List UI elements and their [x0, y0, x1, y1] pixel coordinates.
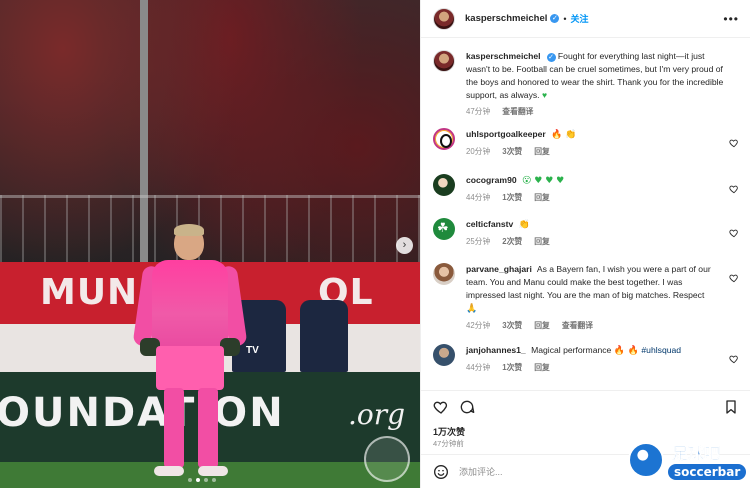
comment-time: 42分钟 [466, 321, 491, 330]
carousel-dot [212, 478, 216, 482]
watermark-cn-text: 足球吧 [672, 444, 721, 464]
comment-icon[interactable] [459, 399, 475, 415]
comment-text: Magical performance [531, 345, 612, 355]
follow-button[interactable]: 关注 [571, 12, 589, 25]
comment-emojis: 🔥 👏 [551, 130, 577, 140]
chevron-right-icon[interactable]: › [396, 237, 413, 254]
bookmark-icon[interactable] [723, 399, 739, 415]
comment-likes[interactable]: 1次赞 [502, 191, 522, 204]
owner-avatar[interactable] [433, 7, 455, 30]
hashtag-link[interactable]: #uhlsquad [641, 345, 681, 355]
comment-likes[interactable]: 3次赞 [502, 145, 522, 158]
comment-likes[interactable]: 1次赞 [502, 361, 522, 374]
comment-emojis: 😮 ♥ ♥ ♥ [522, 176, 565, 186]
smiley-icon[interactable] [433, 464, 449, 480]
heart-icon[interactable] [729, 138, 739, 148]
reply-button[interactable]: 回复 [534, 235, 550, 248]
reply-button[interactable]: 回复 [534, 319, 550, 332]
green-heart-icon: ♥ [541, 90, 548, 100]
comment-emojis: 👏 [518, 220, 530, 230]
comment-time: 20分钟 [466, 147, 491, 156]
comment-emojis: 🔥 🔥 [613, 346, 640, 356]
commenter-username[interactable]: parvane_ghajari [466, 264, 532, 274]
heart-icon[interactable] [729, 184, 739, 194]
club-crest-watermark [364, 436, 410, 482]
steward-figure-2 [300, 300, 348, 372]
verified-icon: ✓ [546, 53, 556, 62]
commenter-username[interactable]: cocogram90 [466, 175, 517, 185]
owner-username[interactable]: kasperschmeichel [465, 13, 547, 24]
post-side-panel: kasperschmeichel ✓ • 关注 ••• kasperschmei… [420, 0, 750, 488]
comment-emojis: 🙏 [466, 304, 478, 314]
header-separator: • [563, 13, 567, 24]
caption-username[interactable]: kasperschmeichel [466, 51, 541, 61]
banner-word-left: MUN [40, 272, 139, 313]
comment-input[interactable] [459, 466, 639, 477]
heart-icon[interactable] [433, 399, 449, 415]
goalkeeper-figure [130, 224, 250, 482]
heart-icon[interactable] [729, 273, 739, 283]
carousel-dot [204, 478, 208, 482]
carousel-dot-active [196, 478, 200, 482]
commenter-avatar[interactable] [433, 344, 455, 366]
likes-count[interactable]: 1万次赞 [433, 425, 465, 438]
more-icon[interactable]: ••• [723, 12, 739, 26]
heart-icon[interactable] [729, 354, 739, 364]
carousel-dot [188, 478, 192, 482]
posted-time: 47分钟前 [433, 439, 464, 448]
commenter-username[interactable]: janjohannes1_ [466, 345, 526, 355]
comment-time: 25分钟 [466, 237, 491, 246]
comment-time: 44分钟 [466, 193, 491, 202]
soccerbar-watermark: 足球吧 soccerbar [628, 440, 747, 486]
caption-time: 47分钟 [466, 107, 491, 116]
commenter-avatar[interactable] [433, 263, 455, 285]
caption-avatar[interactable] [433, 50, 455, 72]
commenter-avatar[interactable] [433, 218, 455, 240]
comment-time: 44分钟 [466, 363, 491, 372]
foundation-board-domain: .org [348, 398, 406, 431]
post-media[interactable]: MUN OL TV OUNDATION .org › [0, 0, 420, 488]
carousel-dots [188, 478, 216, 482]
reply-button[interactable]: 回复 [534, 191, 550, 204]
post-header: kasperschmeichel ✓ • 关注 ••• [421, 0, 750, 38]
commenter-username[interactable]: celticfanstv [466, 219, 513, 229]
commenter-avatar[interactable] [433, 174, 455, 196]
reply-button[interactable]: 回复 [534, 145, 550, 158]
commenter-avatar[interactable] [433, 128, 455, 150]
commenter-username[interactable]: uhlsportgoalkeeper [466, 129, 546, 139]
soccer-ball-logo-icon [628, 442, 664, 478]
watermark-en-text: soccerbar [668, 464, 747, 480]
see-translation-button[interactable]: 查看翻译 [502, 105, 533, 118]
see-translation-button[interactable]: 查看翻译 [562, 319, 593, 332]
heart-icon[interactable] [729, 228, 739, 238]
reply-button[interactable]: 回复 [534, 361, 550, 374]
comment-likes[interactable]: 3次赞 [502, 319, 522, 332]
comments-list[interactable]: kasperschmeichel ✓ Fought for everything … [421, 38, 750, 390]
comment-likes[interactable]: 2次赞 [502, 235, 522, 248]
verified-icon: ✓ [550, 14, 560, 23]
